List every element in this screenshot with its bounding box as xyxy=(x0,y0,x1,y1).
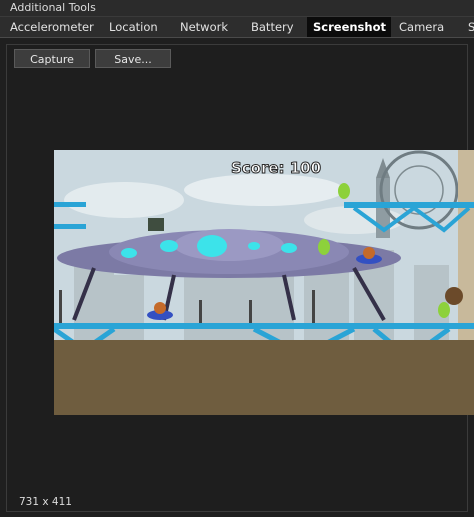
tab-network[interactable]: Network xyxy=(174,17,234,37)
river xyxy=(54,340,474,415)
tab-camera[interactable]: Camera xyxy=(393,17,450,37)
green-alien xyxy=(338,183,350,199)
ufo-dome xyxy=(174,229,284,261)
tab-overflow[interactable]: S xyxy=(462,17,474,37)
tab-bar: Accelerometer Location Network Battery S… xyxy=(0,17,474,38)
screenshot-preview: Score: 100 xyxy=(54,150,474,415)
tab-battery[interactable]: Battery xyxy=(245,17,300,37)
game-scene: Score: 100 xyxy=(54,150,474,415)
tab-accelerometer[interactable]: Accelerometer xyxy=(4,17,100,37)
window-titlebar: Additional Tools xyxy=(0,0,474,17)
player-character xyxy=(363,247,375,259)
monkey-character xyxy=(445,287,463,305)
left-bridge-lower xyxy=(54,224,86,229)
tab-location[interactable]: Location xyxy=(103,17,164,37)
window-title: Additional Tools xyxy=(10,1,96,14)
enemy-character xyxy=(154,302,166,314)
upper-bridge xyxy=(344,202,474,208)
score-text: Score: 100 xyxy=(231,159,321,177)
left-bridge xyxy=(54,202,86,207)
capture-button[interactable]: Capture xyxy=(14,49,90,68)
green-alien xyxy=(318,239,330,255)
cloud xyxy=(64,182,184,218)
save-button[interactable]: Save... xyxy=(95,49,171,68)
tab-screenshot[interactable]: Screenshot xyxy=(307,17,391,37)
screenshot-dimensions: 731 x 411 xyxy=(19,496,72,508)
lower-bridge xyxy=(54,323,474,329)
green-alien xyxy=(438,302,450,318)
camera-item xyxy=(148,218,164,231)
cloud xyxy=(184,174,344,206)
